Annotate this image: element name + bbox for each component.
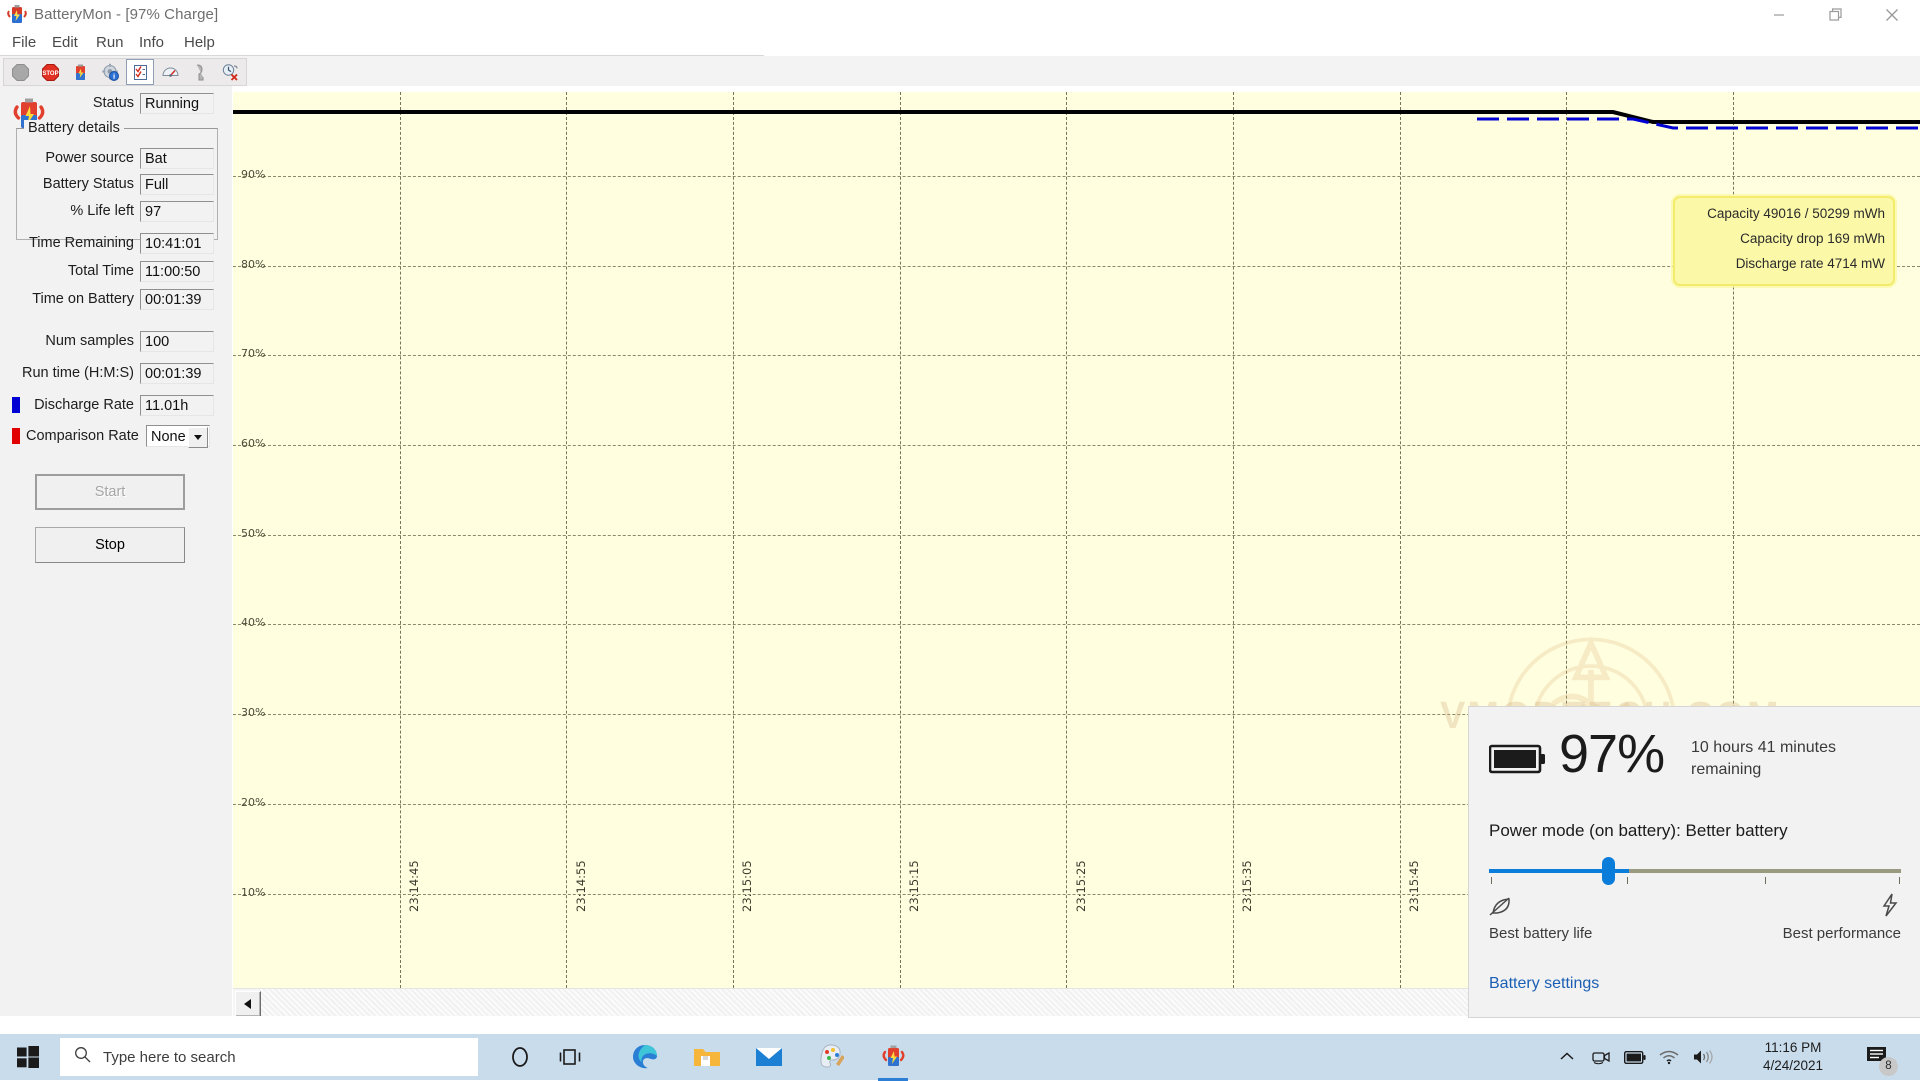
sidebar: Status Running Battery details Power sou…	[0, 86, 232, 1016]
clock-time: 11:16 PM	[1738, 1039, 1848, 1057]
life-left-series	[233, 112, 1920, 122]
tray-expand-icon[interactable]	[1550, 1034, 1584, 1080]
taskbar-paint-icon[interactable]	[814, 1040, 848, 1074]
system-tray	[1550, 1034, 1720, 1080]
menu-file[interactable]: File	[8, 34, 40, 51]
discharge-rate-label: Discharge Rate	[34, 397, 134, 413]
status-label: Status	[60, 95, 134, 111]
menu-edit[interactable]: Edit	[48, 34, 82, 51]
settings-button[interactable]: i	[96, 59, 124, 85]
notification-badge: 8	[1879, 1057, 1898, 1076]
time-remaining-value: 10:41:01	[140, 233, 214, 254]
chart-annotation-tooltip: Capacity 49016 / 50299 mWh Capacity drop…	[1673, 196, 1895, 286]
life-left-label: % Life left	[46, 203, 134, 219]
comparison-rate-select[interactable]: None	[146, 425, 210, 447]
alerts-button[interactable]	[186, 59, 214, 85]
slider-tick-2	[1627, 877, 1628, 884]
taskbar: Type here to search	[0, 1034, 1920, 1080]
comparison-rate-label: Comparison Rate	[26, 428, 134, 444]
start-button[interactable]: Start	[35, 474, 185, 510]
power-mode-slider[interactable]	[1489, 869, 1901, 873]
slider-thumb[interactable]	[1602, 857, 1615, 885]
stop-button[interactable]: STOP	[36, 59, 64, 85]
time-remaining-label: Time Remaining	[14, 235, 134, 251]
total-time-label: Total Time	[40, 263, 134, 279]
power-source-label: Power source	[30, 150, 134, 166]
maximize-button[interactable]	[1808, 0, 1864, 30]
stop-button-panel[interactable]: Stop	[35, 527, 185, 563]
title-bar: BatteryMon - [97% Charge]	[0, 0, 1920, 31]
minimize-button[interactable]	[1751, 0, 1807, 30]
scroll-left-button[interactable]	[235, 991, 261, 1017]
comparison-rate-selected: None	[151, 429, 186, 445]
battery-info-button[interactable]	[66, 59, 94, 85]
slider-tick-3	[1765, 877, 1766, 884]
start-menu-button[interactable]	[8, 1042, 48, 1072]
comparison-rate-color-swatch	[12, 428, 20, 444]
discharge-rate-value: 11.01h	[140, 395, 214, 416]
close-button[interactable]	[1864, 0, 1920, 30]
taskbar-clock[interactable]: 11:16 PM 4/24/2021	[1738, 1039, 1848, 1075]
log-button[interactable]	[126, 59, 154, 85]
chevron-down-icon[interactable]	[188, 427, 208, 448]
taskbar-task-view-icon[interactable]	[553, 1040, 587, 1074]
battery-details-title: Battery details	[24, 120, 124, 136]
search-placeholder: Type here to search	[103, 1049, 236, 1066]
menu-help[interactable]: Help	[180, 34, 219, 51]
battery-percent: 97%	[1559, 723, 1664, 785]
window-title: BatteryMon - [97% Charge]	[34, 6, 218, 23]
clock-date: 4/24/2021	[1738, 1057, 1848, 1075]
camera-icon[interactable]	[1584, 1034, 1618, 1080]
annotation-discharge-rate: Discharge rate 4714 mW	[1736, 256, 1885, 271]
batterymon-icon	[6, 4, 28, 26]
search-icon	[74, 1046, 91, 1068]
num-samples-value: 100	[140, 331, 214, 352]
battery-settings-link[interactable]: Battery settings	[1489, 975, 1599, 993]
wifi-icon[interactable]	[1652, 1034, 1686, 1080]
best-performance-label: Best performance	[1783, 925, 1901, 942]
battery-tray-icon[interactable]	[1618, 1034, 1652, 1080]
battery-status-label: Battery Status	[20, 176, 134, 192]
status-strip	[0, 1016, 1920, 1034]
slider-tick-4	[1899, 877, 1900, 884]
battery-icon	[1489, 743, 1547, 775]
time-on-battery-value: 00:01:39	[140, 289, 214, 310]
power-source-value: Bat	[140, 148, 214, 169]
best-battery-life-label: Best battery life	[1489, 925, 1592, 942]
menu-info[interactable]: Info	[135, 34, 168, 51]
svg-text:STOP: STOP	[42, 71, 58, 77]
taskbar-mail-icon[interactable]	[752, 1040, 786, 1074]
search-input[interactable]: Type here to search	[60, 1038, 478, 1076]
power-mode-label: Power mode (on battery): Better battery	[1489, 821, 1788, 841]
notification-center-button[interactable]: 8	[1864, 1042, 1904, 1072]
gauge-button[interactable]	[156, 59, 184, 85]
svg-text:i: i	[112, 71, 114, 80]
taskbar-edge-icon[interactable]	[628, 1040, 662, 1074]
slider-tick-1	[1491, 877, 1492, 884]
clear-history-button[interactable]	[216, 59, 244, 85]
menu-run[interactable]: Run	[92, 34, 128, 51]
toolbar: STOP	[0, 56, 1920, 86]
run-time-label: Run time (H:M:S)	[6, 365, 134, 381]
total-time-value: 11:00:50	[140, 261, 214, 282]
battery-time-remaining: 10 hours 41 minutes remaining	[1691, 737, 1871, 780]
lightning-bolt-icon	[1879, 893, 1901, 922]
taskbar-batterymon-icon[interactable]	[876, 1040, 910, 1074]
record-button[interactable]	[6, 59, 34, 85]
taskbar-cortana-icon[interactable]	[503, 1040, 537, 1074]
run-time-value: 00:01:39	[140, 363, 214, 384]
status-value: Running	[140, 93, 214, 114]
menu-bar: File Edit Run Info Help	[0, 30, 1920, 56]
discharge-rate-color-swatch	[12, 397, 20, 413]
annotation-capacity-drop: Capacity drop 169 mWh	[1740, 231, 1885, 246]
battery-flyout[interactable]: 97% 10 hours 41 minutes remaining Power …	[1468, 706, 1920, 1018]
life-left-value: 97	[140, 201, 214, 222]
time-on-battery-label: Time on Battery	[18, 291, 134, 307]
num-samples-label: Num samples	[38, 333, 134, 349]
battery-status-value: Full	[140, 174, 214, 195]
taskbar-file-explorer-icon[interactable]	[690, 1040, 724, 1074]
annotation-capacity: Capacity 49016 / 50299 mWh	[1707, 206, 1885, 221]
volume-icon[interactable]	[1686, 1034, 1720, 1080]
leaf-icon	[1489, 895, 1513, 922]
